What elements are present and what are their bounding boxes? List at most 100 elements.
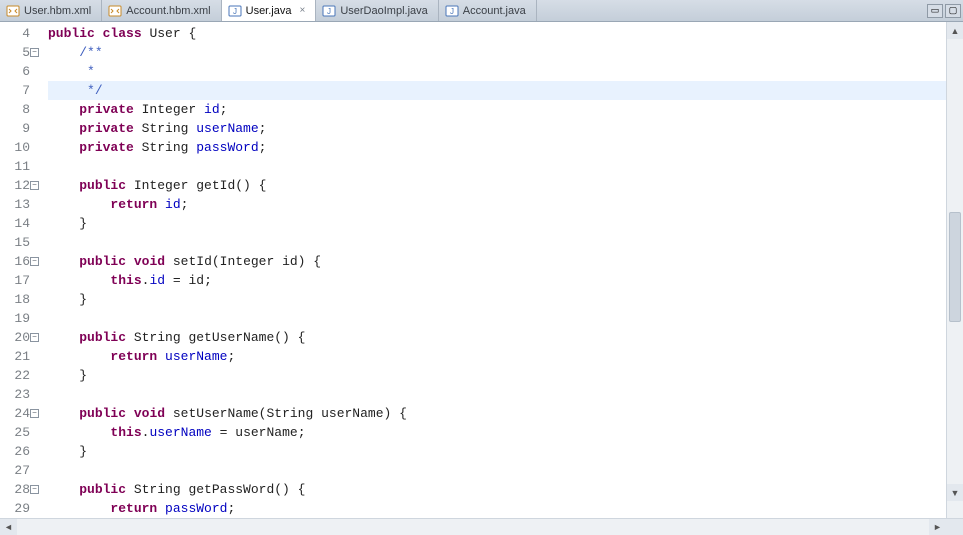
code-line[interactable]: public class User { (48, 24, 946, 43)
code-area[interactable]: public class User { /** * */ private Int… (34, 22, 946, 518)
token-plain (48, 176, 79, 195)
line-number-gutter: 45−6789101112−13141516−17181920−21222324… (0, 22, 34, 518)
code-line[interactable]: * (48, 62, 946, 81)
code-line[interactable]: public String getPassWord() { (48, 480, 946, 499)
token-fld: userName (149, 423, 211, 442)
line-number: 8 (0, 100, 30, 119)
line-number-text: 15 (14, 235, 30, 250)
token-plain: Integer getId() { (126, 176, 266, 195)
line-number-text: 11 (14, 159, 30, 174)
token-plain (48, 271, 110, 290)
tab-user-java[interactable]: J User.java × (222, 0, 317, 21)
code-line[interactable]: } (48, 290, 946, 309)
code-line[interactable]: } (48, 442, 946, 461)
line-number: 15 (0, 233, 30, 252)
token-fld: passWord (165, 499, 227, 518)
code-line[interactable]: this.userName = userName; (48, 423, 946, 442)
code-line[interactable]: public void setUserName(String userName)… (48, 404, 946, 423)
line-number: 5− (0, 43, 30, 62)
tab-userdaoimpl-java[interactable]: JUserDaoImpl.java (316, 0, 438, 21)
code-line[interactable]: private String passWord; (48, 138, 946, 157)
scroll-up-button[interactable]: ▲ (947, 22, 963, 39)
maximize-button[interactable]: ▢ (945, 4, 961, 18)
token-kw: this (110, 423, 141, 442)
svg-text:J: J (327, 7, 331, 16)
line-number-text: 22 (14, 368, 30, 383)
scroll-left-button[interactable]: ◄ (0, 519, 17, 535)
token-kw: public (79, 328, 126, 347)
token-plain: ; (181, 195, 189, 214)
code-line[interactable] (48, 309, 946, 328)
tab-label: User.java (246, 5, 292, 17)
tab-account-java[interactable]: JAccount.java (439, 0, 537, 21)
token-fld: id (204, 100, 220, 119)
line-number-text: 20 (14, 330, 30, 345)
code-line[interactable]: return passWord; (48, 499, 946, 518)
code-line[interactable]: return userName; (48, 347, 946, 366)
line-number-text: 23 (14, 387, 30, 402)
tab-user-hbm-xml[interactable]: User.hbm.xml (0, 0, 102, 21)
token-plain (126, 252, 134, 271)
token-plain: } (48, 366, 87, 385)
token-plain: User { (142, 24, 197, 43)
line-number: 23 (0, 385, 30, 404)
code-line[interactable] (48, 385, 946, 404)
token-cm: /** (79, 43, 102, 62)
line-number: 13 (0, 195, 30, 214)
code-line[interactable] (48, 157, 946, 176)
scroll-thumb-vertical[interactable] (949, 212, 961, 322)
line-number: 24− (0, 404, 30, 423)
token-plain: ; (227, 347, 235, 366)
token-kw: private (79, 119, 134, 138)
line-number: 11 (0, 157, 30, 176)
code-line[interactable]: private Integer id; (48, 100, 946, 119)
tab-label: User.hbm.xml (24, 5, 91, 17)
token-plain (48, 328, 79, 347)
token-plain (48, 423, 110, 442)
line-number-text: 29 (14, 501, 30, 516)
token-plain: Integer (134, 100, 204, 119)
tab-account-hbm-xml[interactable]: Account.hbm.xml (102, 0, 221, 21)
minimize-button[interactable]: ▭ (927, 4, 943, 18)
token-kw: public (79, 404, 126, 423)
scroll-down-button[interactable]: ▼ (947, 484, 963, 501)
code-line[interactable]: private String userName; (48, 119, 946, 138)
code-line[interactable]: } (48, 366, 946, 385)
code-line[interactable]: this.id = id; (48, 271, 946, 290)
close-icon[interactable]: × (299, 5, 305, 16)
token-kw: return (110, 499, 157, 518)
line-number: 19 (0, 309, 30, 328)
scroll-right-button[interactable]: ► (929, 519, 946, 535)
code-line[interactable] (48, 461, 946, 480)
code-line[interactable]: } (48, 214, 946, 233)
token-plain: ; (220, 100, 228, 119)
token-plain: } (48, 442, 87, 461)
token-kw: private (79, 100, 134, 119)
line-number: 14 (0, 214, 30, 233)
token-plain: String (134, 119, 196, 138)
code-line[interactable] (48, 233, 946, 252)
code-line[interactable]: return id; (48, 195, 946, 214)
token-plain: setUserName(String userName) { (165, 404, 407, 423)
code-line[interactable]: public Integer getId() { (48, 176, 946, 195)
token-kw: this (110, 271, 141, 290)
token-plain (48, 138, 79, 157)
line-number: 20− (0, 328, 30, 347)
horizontal-scrollbar[interactable]: ◄ ► (0, 518, 963, 535)
token-plain (48, 195, 110, 214)
code-line[interactable]: public void setId(Integer id) { (48, 252, 946, 271)
token-cm: */ (87, 81, 103, 100)
vertical-scrollbar[interactable]: ▲ ▼ (946, 22, 963, 518)
token-plain (126, 404, 134, 423)
token-fld: userName (165, 347, 227, 366)
java-file-icon: J (228, 4, 242, 18)
token-plain (48, 252, 79, 271)
token-kw: public (79, 480, 126, 499)
code-line[interactable]: /** (48, 43, 946, 62)
code-line[interactable]: public String getUserName() { (48, 328, 946, 347)
token-plain (48, 81, 87, 100)
line-number-text: 28 (14, 482, 30, 497)
line-number-text: 10 (14, 140, 30, 155)
code-line[interactable]: */ (48, 81, 946, 100)
line-number-text: 19 (14, 311, 30, 326)
